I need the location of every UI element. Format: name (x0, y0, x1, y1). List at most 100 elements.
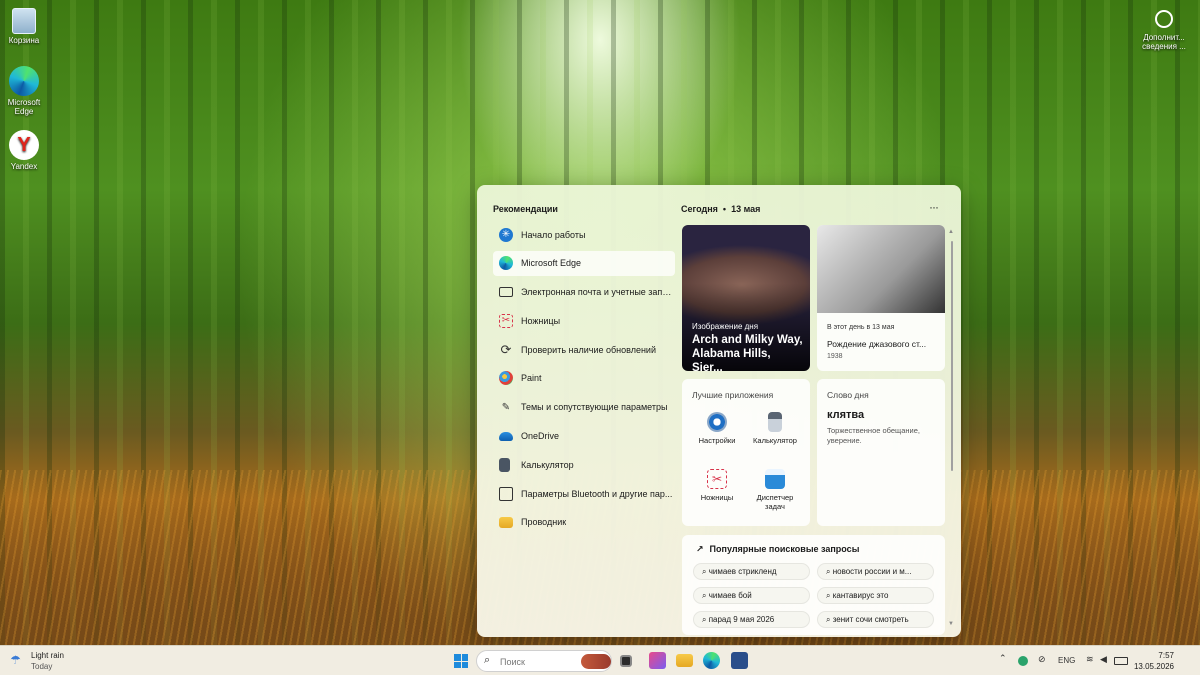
app-settings[interactable]: Настройки (692, 412, 742, 445)
history-card-year: 1938 (827, 353, 843, 360)
battery-icon[interactable] (1114, 657, 1128, 665)
photo-card-label: Изображение дня (692, 322, 759, 331)
windows-logo-icon (461, 661, 468, 668)
start-panel: Рекомендации ✳ Начало работы Microsoft E… (477, 185, 961, 637)
on-this-day-card[interactable]: В этот день в 13 мая Рождение джазового … (817, 225, 945, 371)
mail-icon (499, 287, 513, 298)
rain-cloud-icon: ☂ (10, 653, 21, 667)
pen-icon: ✎ (501, 401, 511, 413)
search-chip[interactable]: ⌕ зенит сочи смотреть (817, 611, 934, 628)
network-icon[interactable]: ⊘ (1038, 654, 1046, 665)
bluetooth-icon (499, 486, 513, 501)
app-snipping-tool[interactable]: ✂ Ножницы (692, 469, 742, 502)
desktop-icon-yandex[interactable]: Y Yandex (4, 130, 44, 171)
search-icon: ⌕ (826, 591, 833, 600)
weather-condition: Light rain (31, 651, 64, 660)
rec-item-calculator[interactable]: Калькулятор (493, 452, 675, 477)
rec-item-explorer[interactable]: Проводник (493, 510, 675, 535)
security-icon[interactable] (1018, 656, 1028, 666)
feed-scrollbar[interactable]: ▲ ▼ (948, 229, 954, 631)
today-date: 13 мая (731, 204, 761, 214)
desktop-icon-recycle-bin[interactable]: Корзина (4, 8, 44, 45)
search-chip[interactable]: ⌕ чимаев бой (693, 587, 810, 604)
more-options-button[interactable]: ··· (929, 200, 939, 214)
history-card-label: В этот день в 13 мая (827, 324, 895, 331)
taskbar: ☂ Light rain Today ⌕ Поиск ⌃ ⊘ ENG ≋ ◀ 7… (0, 645, 1200, 675)
edge-icon (499, 256, 513, 271)
rec-item-get-started[interactable]: ✳ Начало работы (493, 222, 675, 247)
today-header: Сегодня • 13 мая (681, 204, 761, 214)
search-placeholder: Поиск (500, 657, 525, 667)
today-label: Сегодня (681, 204, 718, 214)
user-circle-icon (1155, 10, 1173, 28)
rec-item-label: Начало работы (521, 229, 586, 240)
rec-item-label: Электронная почта и учетные записи (521, 287, 675, 298)
rec-item-paint[interactable]: Paint (493, 366, 675, 391)
windows-logo-icon (454, 654, 461, 661)
calculator-icon (499, 457, 510, 472)
rec-item-themes[interactable]: ✎ Темы и сопутствующие параметры (493, 395, 675, 420)
app-calculator[interactable]: Калькулятор (750, 412, 800, 445)
trending-searches-card: ↗ Популярные поисковые запросы ⌕ чимаев с… (682, 535, 945, 635)
file-explorer-icon[interactable] (676, 654, 693, 667)
rec-item-snipping-tool[interactable]: ✂ Ножницы (493, 308, 675, 333)
desktop-icon-label: Yandex (10, 162, 38, 171)
chip-label: чимаев бой (708, 591, 752, 600)
start-button[interactable] (454, 654, 468, 668)
photo-of-day-card[interactable]: Изображение дня Arch and Milky Way, Alab… (682, 225, 810, 371)
recycle-bin-icon (12, 8, 36, 34)
chip-label: парад 9 мая 2026 (708, 615, 775, 624)
search-icon: ⌕ (702, 615, 709, 624)
search-icon: ⌕ (826, 615, 833, 624)
chevron-up-icon[interactable]: ⌃ (999, 653, 1007, 664)
chip-label: зенит сочи смотреть (832, 615, 909, 624)
rec-item-label: Ножницы (521, 315, 561, 326)
edge-icon (9, 66, 39, 96)
rec-item-edge[interactable]: Microsoft Edge (493, 250, 675, 276)
rec-item-label: Paint (521, 373, 542, 384)
app-label: Настройки (698, 436, 736, 445)
app-label: Диспетчер задач (756, 493, 794, 511)
scroll-up-icon[interactable]: ▲ (948, 229, 954, 235)
search-chip[interactable]: ⌕ парад 9 мая 2026 (693, 611, 810, 628)
update-icon: ⟳ (500, 341, 512, 357)
yandex-icon: Y (9, 130, 39, 160)
copilot-icon[interactable] (649, 652, 666, 669)
desktop-icon-more-info[interactable]: Дополнит... сведения ... (1140, 10, 1188, 51)
desktop-icon-label: Microsoft Edge (7, 98, 41, 116)
app-label: Калькулятор (753, 436, 797, 445)
taskbar-search[interactable]: ⌕ Поиск (476, 650, 612, 672)
scroll-down-icon[interactable]: ▼ (948, 621, 954, 627)
trending-title-text: Популярные поисковые запросы (709, 544, 860, 554)
desktop-icon-edge[interactable]: Microsoft Edge (4, 66, 44, 116)
scrollbar-thumb[interactable] (951, 241, 953, 471)
snipping-tool-icon: ✂ (707, 469, 727, 489)
word-of-day-card[interactable]: Слово дня клятва Торжественное обещание,… (817, 379, 945, 526)
search-icon: ⌕ (484, 654, 491, 666)
search-chip[interactable]: ⌕ чимаев стрикленд (693, 563, 810, 580)
clock-time: 7:57 (1158, 651, 1174, 660)
edge-icon[interactable] (703, 652, 720, 669)
clock[interactable]: 7:57 13.05.2026 (1134, 650, 1174, 672)
search-chip[interactable]: ⌕ новости россии и м... (817, 563, 934, 580)
calculator-icon (768, 412, 782, 432)
app-task-manager[interactable]: Диспетчер задач (750, 469, 800, 511)
word-card-title: Слово дня (827, 390, 869, 400)
recommendations-title: Рекомендации (493, 204, 558, 214)
search-chip[interactable]: ⌕ кантавирус это (817, 587, 934, 604)
rec-item-onedrive[interactable]: OneDrive (493, 424, 675, 449)
rec-item-bluetooth-settings[interactable]: Параметры Bluetooth и другие пар... (493, 481, 675, 506)
rec-item-label: Параметры Bluetooth и другие пар... (521, 488, 673, 499)
volume-icon[interactable]: ◀ (1100, 654, 1107, 665)
rec-item-label: Калькулятор (521, 459, 574, 470)
search-icon: ⌕ (702, 567, 709, 576)
store-icon[interactable] (731, 652, 748, 669)
trending-icon: ↗ (696, 544, 704, 554)
wifi-icon[interactable]: ≋ (1086, 654, 1094, 665)
get-started-icon: ✳ (499, 227, 513, 242)
rec-item-check-updates[interactable]: ⟳ Проверить наличие обновлений (493, 337, 675, 362)
rec-item-mail-accounts[interactable]: Электронная почта и учетные записи (493, 280, 675, 305)
word-of-day: клятва (827, 409, 865, 421)
language-indicator[interactable]: ENG (1058, 656, 1075, 665)
task-view-icon[interactable] (620, 655, 632, 667)
